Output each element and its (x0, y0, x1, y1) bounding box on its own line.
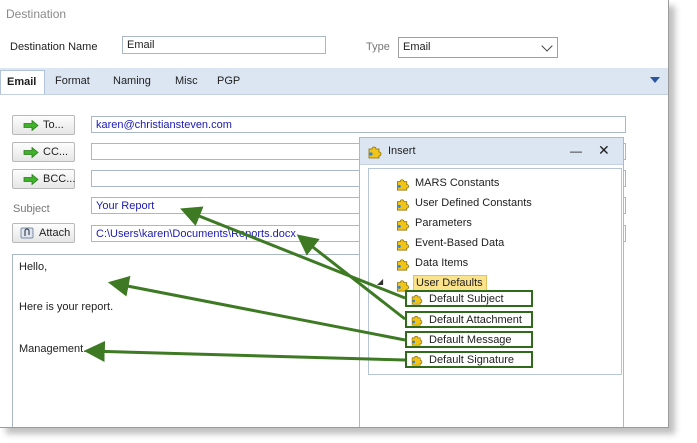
puzzle-icon (410, 333, 424, 346)
type-select[interactable]: Email (398, 37, 558, 58)
destination-window: Destination Destination Name Email Type … (0, 0, 669, 428)
message-line: Management. (19, 343, 87, 355)
tab-naming[interactable]: Naming (113, 75, 151, 87)
tree-item[interactable]: User Defined Constants (415, 197, 532, 209)
paperclip-icon (20, 227, 34, 239)
tree-item[interactable]: MARS Constants (415, 177, 499, 189)
destination-name-input[interactable]: Email (122, 36, 326, 54)
type-label: Type (366, 41, 390, 53)
tab-pgp[interactable]: PGP (217, 75, 240, 87)
window-title: Destination (6, 7, 67, 21)
minimize-icon[interactable]: — (570, 144, 582, 158)
green-arrow-icon (23, 120, 39, 131)
message-line: Here is your report. (19, 301, 114, 313)
message-body[interactable]: Hello, Here is your report. Management. (12, 254, 367, 427)
message-line: Hello, (19, 261, 48, 273)
green-arrow-icon (23, 147, 39, 158)
default-message-item[interactable]: Default Message (405, 331, 533, 348)
tab-misc[interactable]: Misc (175, 75, 198, 87)
to-button[interactable]: To... (12, 115, 75, 135)
to-input[interactable]: karen@christiansteven.com (91, 116, 626, 133)
tab-overflow-icon[interactable] (650, 77, 660, 83)
insert-panel: Insert — ✕ MARS Constants User Defined C… (359, 137, 624, 427)
expand-triangle-icon[interactable]: ◢ (377, 277, 383, 286)
puzzle-icon (410, 353, 424, 366)
insert-panel-title: Insert (388, 145, 416, 157)
default-subject-item[interactable]: Default Subject (405, 290, 533, 307)
puzzle-icon (395, 176, 411, 191)
puzzle-icon (410, 292, 424, 305)
puzzle-icon (410, 313, 424, 326)
cc-button[interactable]: CC... (12, 142, 75, 162)
attach-button[interactable]: Attach (12, 223, 75, 243)
tab-bar: Email Format Naming Misc PGP (0, 68, 668, 95)
tree-item[interactable]: Parameters (415, 217, 472, 229)
tab-email[interactable]: Email (0, 70, 46, 94)
chevron-down-icon (541, 40, 553, 52)
puzzle-icon (395, 236, 411, 251)
destination-name-label: Destination Name (10, 41, 98, 53)
tree-item-user-defaults[interactable]: User Defaults (413, 275, 487, 291)
puzzle-icon (367, 143, 383, 159)
tree-item[interactable]: Event-Based Data (415, 237, 504, 249)
tree-item[interactable]: Data Items (415, 257, 468, 269)
type-select-value: Email (403, 41, 431, 53)
green-arrow-icon (23, 174, 39, 185)
tab-format[interactable]: Format (55, 75, 90, 87)
default-signature-item[interactable]: Default Signature (405, 351, 533, 368)
bcc-button[interactable]: BCC... (12, 169, 75, 189)
insert-panel-header: Insert — ✕ (360, 138, 623, 165)
subject-label: Subject (13, 203, 50, 215)
puzzle-icon (395, 216, 411, 231)
puzzle-icon (395, 196, 411, 211)
close-icon[interactable]: ✕ (598, 142, 610, 159)
puzzle-icon (395, 256, 411, 271)
default-attachment-item[interactable]: Default Attachment (405, 311, 533, 328)
